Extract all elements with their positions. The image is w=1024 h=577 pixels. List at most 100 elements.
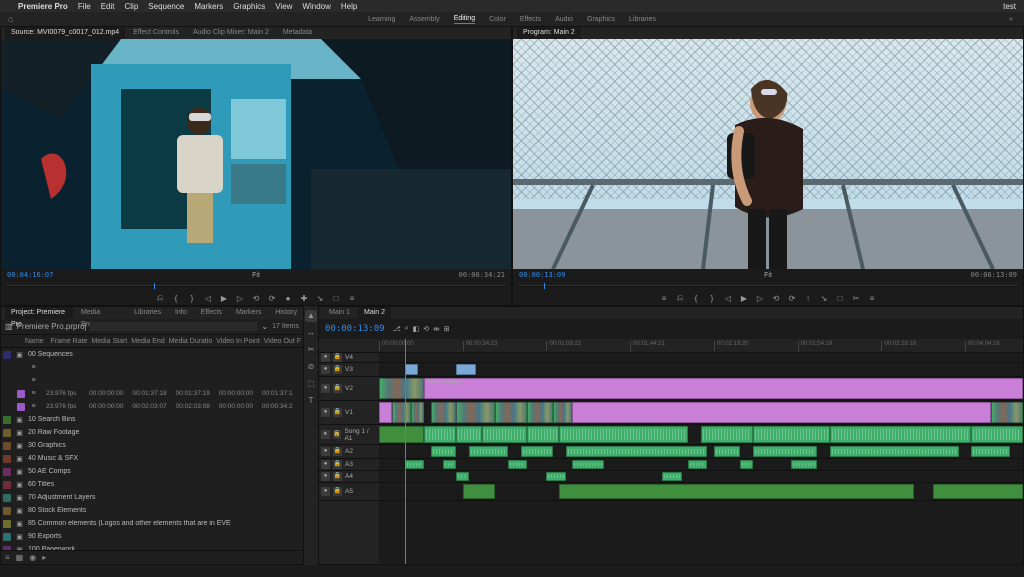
clip[interactable] (662, 472, 681, 481)
source-transport-btn-9[interactable]: ✚ (299, 294, 309, 303)
project-bin-11[interactable]: ▣ 100 Paperwork (1, 543, 303, 550)
program-transport-btn-1[interactable]: ⎌ (675, 293, 685, 303)
source-tab-3[interactable]: Metadata (277, 27, 318, 39)
clip[interactable] (469, 446, 508, 457)
menu-help[interactable]: Help (341, 2, 357, 11)
project-col-5[interactable]: Video In Point (216, 338, 259, 345)
clip[interactable] (714, 446, 740, 457)
program-transport-btn-9[interactable]: ↑ (803, 294, 813, 303)
clip[interactable] (456, 426, 482, 443)
project-filter-icon[interactable]: ⌄ (261, 322, 268, 331)
track-header-A1[interactable]: ● 🔒 Song 1 / A1 (319, 425, 379, 445)
track-V4[interactable] (379, 353, 1023, 363)
clip[interactable] (553, 402, 572, 423)
source-scrubber[interactable] (1, 281, 511, 291)
program-transport-btn-6[interactable]: ▷ (755, 294, 765, 303)
project-item-0-0[interactable]: ≡ Broadcast (1, 361, 303, 374)
track-V2[interactable]: Main footage (379, 377, 1023, 401)
track-lock-icon[interactable]: 🔒 (333, 408, 342, 417)
ws-effects[interactable]: Effects (520, 16, 541, 23)
clip[interactable] (482, 426, 527, 443)
track-header-V2[interactable]: ● 🔒 V2 (319, 377, 379, 401)
clip[interactable] (991, 402, 1023, 423)
project-bin-9[interactable]: ▣ 85 Common elements (Logos and other el… (1, 517, 303, 530)
program-transport-btn-11[interactable]: □ (835, 294, 845, 303)
clip[interactable] (971, 426, 1023, 443)
track-header-A4[interactable]: ● 🔒 A4 (319, 471, 379, 483)
timeline-tab-1[interactable]: Main 2 (358, 307, 391, 319)
source-transport-btn-6[interactable]: ⟲ (251, 294, 261, 303)
clip[interactable] (431, 402, 457, 423)
project-col-4[interactable]: Media Duratio (169, 338, 213, 345)
track-lock-icon[interactable]: 🔒 (333, 353, 342, 362)
source-transport-btn-3[interactable]: ◁ (203, 294, 213, 303)
source-transport-btn-10[interactable]: ↘ (315, 294, 325, 303)
track-V1[interactable] (379, 401, 1023, 425)
source-tab-2[interactable]: Audio Clip Mixer: Main 2 (187, 27, 275, 39)
track-toggle-icon[interactable]: ● (321, 365, 330, 374)
menu-view[interactable]: View (275, 2, 292, 11)
program-scrubber[interactable] (513, 281, 1023, 291)
program-timecode[interactable]: 00:00:13:09 (519, 271, 565, 279)
track-toggle-icon[interactable]: ● (321, 472, 330, 481)
timeline-opt-1[interactable]: ⌕ (405, 325, 409, 333)
ruler-tick[interactable]: 00:04:04:16 (965, 341, 1000, 351)
track-toggle-icon[interactable]: ● (321, 487, 330, 496)
track-A2[interactable] (379, 445, 1023, 459)
project-bin-1[interactable]: ▣ 10 Search Bins (1, 413, 303, 426)
project-tab-5[interactable]: Markers (230, 307, 267, 319)
clip[interactable] (379, 378, 424, 399)
program-transport-btn-8[interactable]: ⟳ (787, 294, 797, 303)
ruler-tick[interactable]: 00:00:00:00 (379, 341, 414, 351)
clip[interactable] (527, 426, 559, 443)
clip[interactable] (701, 426, 753, 443)
project-bin-5[interactable]: ▣ 50 AE Comps (1, 465, 303, 478)
track-lock-icon[interactable]: 🔒 (333, 365, 342, 374)
timeline-opt-5[interactable]: ⊞ (444, 325, 450, 333)
menu-file[interactable]: File (78, 2, 91, 11)
clip[interactable] (379, 402, 392, 423)
source-viewer[interactable] (1, 39, 511, 269)
track-A4[interactable] (379, 471, 1023, 483)
project-col-2[interactable]: Media Start (91, 338, 127, 345)
app-name[interactable]: Premiere Pro (18, 2, 68, 11)
clip[interactable] (830, 426, 972, 443)
program-transport-btn-3[interactable]: } (707, 294, 717, 303)
clip[interactable] (456, 364, 475, 375)
ws-libraries[interactable]: Libraries (629, 16, 656, 23)
track-A5[interactable] (379, 483, 1023, 501)
menu-graphics[interactable]: Graphics (233, 2, 265, 11)
clip[interactable] (424, 426, 456, 443)
clip[interactable] (521, 446, 553, 457)
project-search-input[interactable] (90, 322, 257, 331)
source-transport-btn-12[interactable]: ≡ (347, 294, 357, 303)
track-toggle-icon[interactable]: ● (321, 447, 330, 456)
menu-edit[interactable]: Edit (101, 2, 115, 11)
track-header-V3[interactable]: ● 🔒 V3 (319, 363, 379, 377)
ws-learning[interactable]: Learning (368, 16, 395, 23)
track-lock-icon[interactable]: 🔒 (333, 447, 342, 456)
timeline-opt-3[interactable]: ⟲ (423, 325, 429, 333)
track-header-A5[interactable]: ● 🔒 A5 (319, 483, 379, 501)
source-transport-btn-2[interactable]: } (187, 294, 197, 303)
timeline-opt-4[interactable]: ᚒ (433, 325, 440, 333)
tool-5[interactable]: T (305, 395, 317, 407)
clip[interactable] (753, 426, 830, 443)
clip[interactable] (411, 402, 424, 423)
project-item-0-2[interactable]: ≡ Main 123.976 fps00:00:00:0000:01:37:18… (1, 387, 303, 400)
ruler-tick[interactable]: 00:02:54:19 (798, 341, 833, 351)
track-header-A2[interactable]: ● 🔒 A2 (319, 445, 379, 459)
tool-3[interactable]: ⊘ (305, 361, 317, 373)
ws-graphics[interactable]: Graphics (587, 16, 615, 23)
clip[interactable] (572, 402, 991, 423)
project-bin-6[interactable]: ▣ 60 Titles (1, 478, 303, 491)
menu-sequence[interactable]: Sequence (148, 2, 184, 11)
track-header-A3[interactable]: ● 🔒 A3 (319, 459, 379, 471)
ruler-tick[interactable]: 00:01:44:21 (630, 341, 665, 351)
track-lock-icon[interactable]: 🔒 (333, 384, 342, 393)
program-transport-btn-4[interactable]: ◁ (723, 294, 733, 303)
source-tab-1[interactable]: Effect Controls (127, 27, 185, 39)
project-tab-6[interactable]: History (269, 307, 303, 319)
tool-2[interactable]: ✂ (305, 344, 317, 356)
track-lock-icon[interactable]: 🔒 (333, 460, 342, 469)
